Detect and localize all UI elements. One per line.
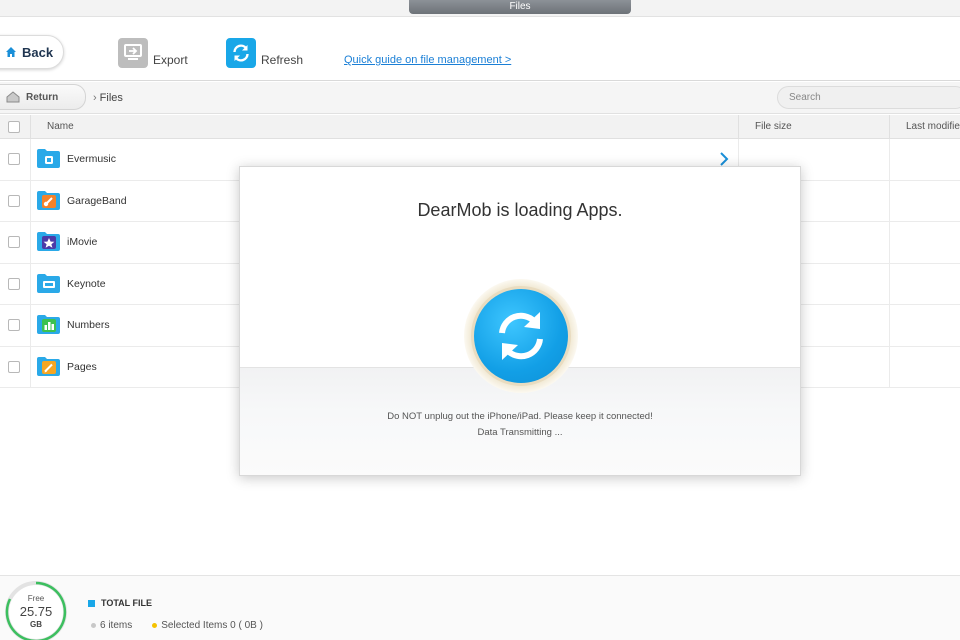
chevron-right-icon: › xyxy=(93,92,97,104)
column-last-modified[interactable]: Last modified xyxy=(889,115,960,139)
back-button[interactable]: Back xyxy=(0,35,64,69)
table-header: Name File size Last modified xyxy=(0,115,960,139)
dialog-status: Data Transmitting ... xyxy=(477,427,563,438)
title-bar: Files xyxy=(0,0,960,17)
file-name: Numbers xyxy=(67,319,110,331)
numbers-folder-icon xyxy=(37,315,60,334)
window-title: Files xyxy=(409,0,631,14)
dialog-title: DearMob is loading Apps. xyxy=(417,200,623,220)
last-modified-cell xyxy=(889,263,960,304)
header-checkbox-cell xyxy=(0,115,31,139)
file-name: Keynote xyxy=(67,277,106,290)
refresh-icon xyxy=(226,38,256,68)
file-name: Pages xyxy=(67,360,97,373)
items-count: 6 items xyxy=(100,620,133,631)
total-file-heading: TOTAL FILE xyxy=(88,598,152,608)
breadcrumb-current: Files xyxy=(99,92,123,104)
row-checkbox[interactable] xyxy=(8,277,20,290)
toolbar: Back Export Refresh Quick guide on file … xyxy=(0,17,960,81)
dialog-warning: Do NOT unplug out the iPhone/iPad. Pleas… xyxy=(387,411,653,422)
last-modified-cell xyxy=(889,139,960,180)
back-label: Back xyxy=(22,44,54,60)
total-file-label: TOTAL FILE xyxy=(101,598,152,608)
keynote-folder-icon xyxy=(37,273,60,293)
column-name[interactable]: Name xyxy=(47,115,74,139)
total-square-icon xyxy=(88,599,95,607)
row-checkbox[interactable] xyxy=(8,236,20,248)
last-modified-cell xyxy=(889,222,960,263)
row-checkbox[interactable] xyxy=(8,360,20,373)
select-all-checkbox[interactable] xyxy=(8,121,20,133)
file-name: GarageBand xyxy=(67,194,127,207)
breadcrumb: › Files xyxy=(93,92,123,104)
garageband-folder-icon xyxy=(37,190,60,210)
file-stats: 6 items Selected Items 0 ( 0B ) xyxy=(91,620,263,631)
selected-dot-icon xyxy=(152,623,158,628)
items-dot-icon xyxy=(91,623,96,628)
row-checkbox[interactable] xyxy=(8,153,20,165)
last-modified-cell xyxy=(889,346,960,387)
return-icon xyxy=(6,91,20,103)
return-label: Return xyxy=(26,91,59,103)
row-checkbox[interactable] xyxy=(8,319,20,331)
selected-items: Selected Items 0 ( 0B ) xyxy=(161,620,263,631)
last-modified-cell xyxy=(889,305,960,346)
last-modified-cell xyxy=(889,180,960,221)
export-button[interactable]: Export xyxy=(118,38,188,68)
export-icon xyxy=(118,38,148,68)
return-button[interactable]: Return xyxy=(0,84,86,110)
status-footer: Free 25.75 GB TOTAL FILE 6 items Selecte… xyxy=(0,575,960,640)
search-input[interactable] xyxy=(777,86,960,109)
storage-gauge: Free 25.75 GB xyxy=(2,578,70,640)
refresh-button[interactable]: Refresh xyxy=(226,38,303,68)
file-name: Evermusic xyxy=(67,153,117,165)
row-checkbox[interactable] xyxy=(8,194,20,207)
refresh-label: Refresh xyxy=(261,52,304,67)
evermusic-folder-icon xyxy=(37,149,60,168)
column-file-size[interactable]: File size xyxy=(738,115,889,139)
breadcrumb-bar: Return › Files xyxy=(0,82,960,114)
storage-label: Free xyxy=(27,594,45,603)
storage-value: 25.75 xyxy=(19,604,53,619)
quick-guide-link[interactable]: Quick guide on file management > xyxy=(344,54,511,66)
file-name: iMovie xyxy=(67,236,98,248)
home-icon xyxy=(6,47,16,57)
storage-unit: GB xyxy=(30,620,42,629)
pages-folder-icon xyxy=(37,356,60,376)
imovie-folder-icon xyxy=(37,232,60,251)
loading-sync-icon xyxy=(471,286,571,386)
loading-dialog: DearMob is loading Apps. Do NOT unplug o… xyxy=(239,166,801,476)
export-label: Export xyxy=(153,52,188,67)
